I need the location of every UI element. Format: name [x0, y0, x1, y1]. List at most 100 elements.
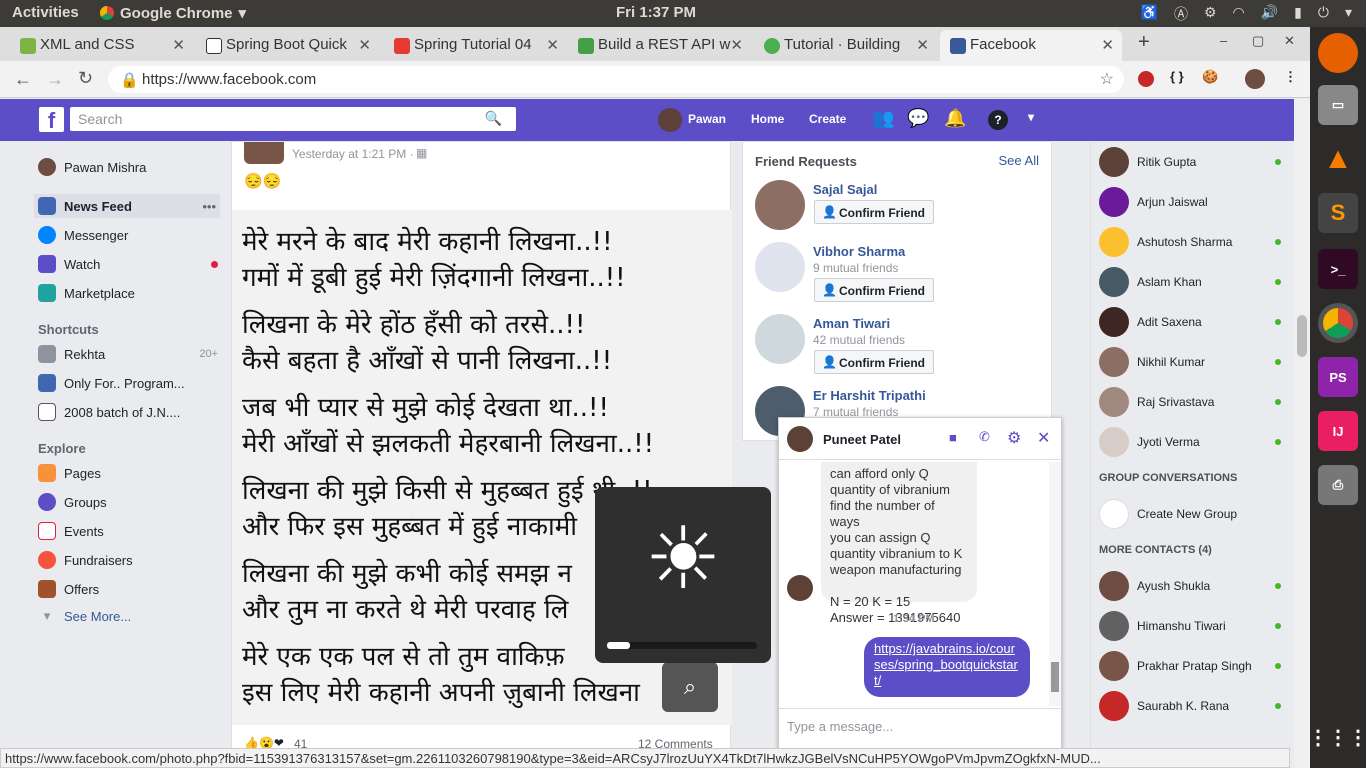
firefox-icon[interactable]: [1318, 33, 1358, 73]
tab-spring-tutorial[interactable]: Spring Tutorial 04 ✕: [394, 30, 559, 61]
contact-item[interactable]: Ashutosh Sharma: [1099, 226, 1289, 258]
contact-item[interactable]: Saurabh K. Rana: [1099, 690, 1289, 722]
sidebar-item-watch[interactable]: Watch: [38, 252, 218, 276]
sidebar-item-fundraisers[interactable]: Fundraisers: [38, 548, 218, 572]
sidebar-item-rekhta[interactable]: Rekhta 20+: [38, 342, 218, 366]
create-link[interactable]: Create: [809, 112, 846, 126]
clock[interactable]: Fri 1:37 PM: [616, 4, 696, 21]
contact-item[interactable]: Adit Saxena: [1099, 306, 1289, 338]
avatar[interactable]: [755, 242, 805, 292]
contact-item[interactable]: Nikhil Kumar: [1099, 346, 1289, 378]
see-all-link[interactable]: See All: [999, 153, 1039, 168]
maximize-icon[interactable]: ▢: [1252, 33, 1264, 49]
back-icon[interactable]: ←: [14, 69, 32, 90]
confirm-friend-button[interactable]: 👤 Confirm Friend: [814, 200, 934, 224]
reload-icon[interactable]: ↻: [78, 68, 93, 89]
app-menu[interactable]: Google Chrome ▾: [100, 4, 246, 22]
avatar[interactable]: [755, 180, 805, 230]
create-group-button[interactable]: Create New Group: [1099, 498, 1289, 530]
contact-item[interactable]: Raj Srivastava: [1099, 386, 1289, 418]
sidebar-item-pages[interactable]: Pages: [38, 461, 218, 485]
files-icon[interactable]: ▭: [1318, 85, 1358, 125]
header-avatar[interactable]: [658, 108, 682, 132]
intellij-icon[interactable]: IJ: [1318, 411, 1358, 451]
url-field[interactable]: 🔒 https://www.facebook.com ☆: [108, 66, 1124, 93]
forward-icon[interactable]: →: [46, 69, 64, 90]
contact-item[interactable]: Arjun Jaiswal: [1099, 186, 1289, 218]
outgoing-message[interactable]: https://javabrains.io/courses/spring_boo…: [864, 637, 1030, 697]
sublime-icon[interactable]: S: [1318, 193, 1358, 233]
contact-item[interactable]: Himanshu Tiwari: [1099, 610, 1289, 642]
chevron-down-icon[interactable]: ▾: [1028, 110, 1034, 124]
close-icon[interactable]: ✕: [1101, 36, 1114, 54]
friend-name[interactable]: Vibhor Sharma: [813, 244, 905, 259]
json-extension-icon[interactable]: { }: [1170, 69, 1184, 84]
page-scrollbar[interactable]: [1294, 99, 1310, 768]
tab-xml-css[interactable]: XML and CSS ✕: [20, 30, 185, 61]
close-icon[interactable]: ✕: [546, 36, 559, 54]
profile-avatar[interactable]: [1245, 69, 1265, 89]
cookie-icon[interactable]: 🍪: [1202, 69, 1218, 85]
help-icon[interactable]: ?: [988, 110, 1008, 130]
new-tab-icon[interactable]: +: [1138, 31, 1150, 54]
system-tray[interactable]: ♿ Ⓐ ⚙ ◠ 🔊 ▮ ⏻ ▾: [1141, 4, 1352, 24]
sidebar-item-news-feed[interactable]: News Feed •••: [34, 194, 220, 218]
friend-name[interactable]: Er Harshit Tripathi: [813, 388, 926, 403]
more-icon[interactable]: •••: [202, 199, 216, 214]
tab-rest-api[interactable]: Build a REST API w ✕: [578, 30, 743, 61]
sidebar-item-events[interactable]: Events: [38, 519, 218, 543]
close-icon[interactable]: ✕: [730, 36, 743, 54]
sidebar-item-only-for[interactable]: Only For.. Program...: [38, 371, 218, 395]
message-input[interactable]: Type a message...: [779, 708, 1061, 748]
minimize-icon[interactable]: –: [1220, 33, 1227, 48]
close-window-icon[interactable]: ✕: [1284, 33, 1295, 49]
chat-header[interactable]: Puneet Patel ■ ✆ ⚙ ✕: [779, 418, 1061, 460]
terminal-icon[interactable]: >_: [1318, 249, 1358, 289]
sidebar-item-groups[interactable]: Groups: [38, 490, 218, 514]
sidebar-item-batch[interactable]: 2008 batch of J.N....: [38, 400, 218, 424]
friend-name[interactable]: Aman Tiwari: [813, 316, 890, 331]
sidebar-item-messenger[interactable]: Messenger: [38, 223, 218, 247]
close-icon[interactable]: ✕: [1037, 428, 1050, 448]
post-time[interactable]: Yesterday at 1:21 PM ·: [292, 147, 414, 161]
contact-item[interactable]: Aslam Khan: [1099, 266, 1289, 298]
star-icon[interactable]: ☆: [1100, 69, 1114, 89]
close-icon[interactable]: ✕: [358, 36, 371, 54]
avatar[interactable]: [755, 314, 805, 364]
sidebar-profile[interactable]: Pawan Mishra: [38, 155, 218, 179]
confirm-friend-button[interactable]: 👤 Confirm Friend: [814, 350, 934, 374]
tab-facebook[interactable]: Facebook ✕: [940, 30, 1122, 61]
friends-icon[interactable]: 👥: [872, 108, 894, 129]
search-icon[interactable]: 🔍: [485, 110, 502, 127]
chat-scrollbar[interactable]: [1049, 462, 1061, 706]
contact-item[interactable]: Jyoti Verma: [1099, 426, 1289, 458]
sidebar-item-offers[interactable]: Offers: [38, 577, 218, 601]
notifications-icon[interactable]: 🔔: [944, 108, 966, 129]
printer-icon[interactable]: ⎙: [1318, 465, 1358, 505]
extension-icon[interactable]: [1138, 71, 1154, 87]
contact-item[interactable]: Prakhar Pratap Singh: [1099, 650, 1289, 682]
close-icon[interactable]: ✕: [172, 36, 185, 54]
close-icon[interactable]: ✕: [916, 36, 929, 54]
contact-item[interactable]: Ritik Gupta: [1099, 146, 1289, 178]
contact-item[interactable]: Ayush Shukla: [1099, 570, 1289, 602]
phone-icon[interactable]: ✆: [979, 429, 990, 445]
tab-spring-boot[interactable]: Spring Boot Quick ✕: [206, 30, 371, 61]
apps-grid-icon[interactable]: ⋮⋮⋮: [1308, 717, 1366, 757]
confirm-friend-button[interactable]: 👤 Confirm Friend: [814, 278, 934, 302]
friend-name[interactable]: Sajal Sajal: [813, 182, 877, 197]
post-avatar[interactable]: [244, 142, 284, 164]
incoming-message[interactable]: can afford only Q quantity of vibranium …: [821, 462, 977, 625]
video-call-icon[interactable]: ■: [949, 430, 957, 445]
search-input[interactable]: Search 🔍: [70, 107, 516, 131]
messenger-icon[interactable]: 💬: [907, 108, 929, 129]
chat-name[interactable]: Puneet Patel: [823, 432, 901, 447]
sidebar-item-marketplace[interactable]: Marketplace: [38, 281, 218, 305]
facebook-logo[interactable]: f: [39, 107, 64, 133]
vlc-icon[interactable]: ▲: [1318, 139, 1358, 179]
tab-tutorial-building[interactable]: Tutorial · Building ✕: [764, 30, 929, 61]
message-link[interactable]: https://javabrains.io/courses/spring_boo…: [874, 641, 1018, 688]
zoom-icon[interactable]: ⌕: [662, 662, 718, 712]
home-link[interactable]: Home: [751, 112, 784, 126]
menu-icon[interactable]: ⋮: [1284, 69, 1297, 85]
